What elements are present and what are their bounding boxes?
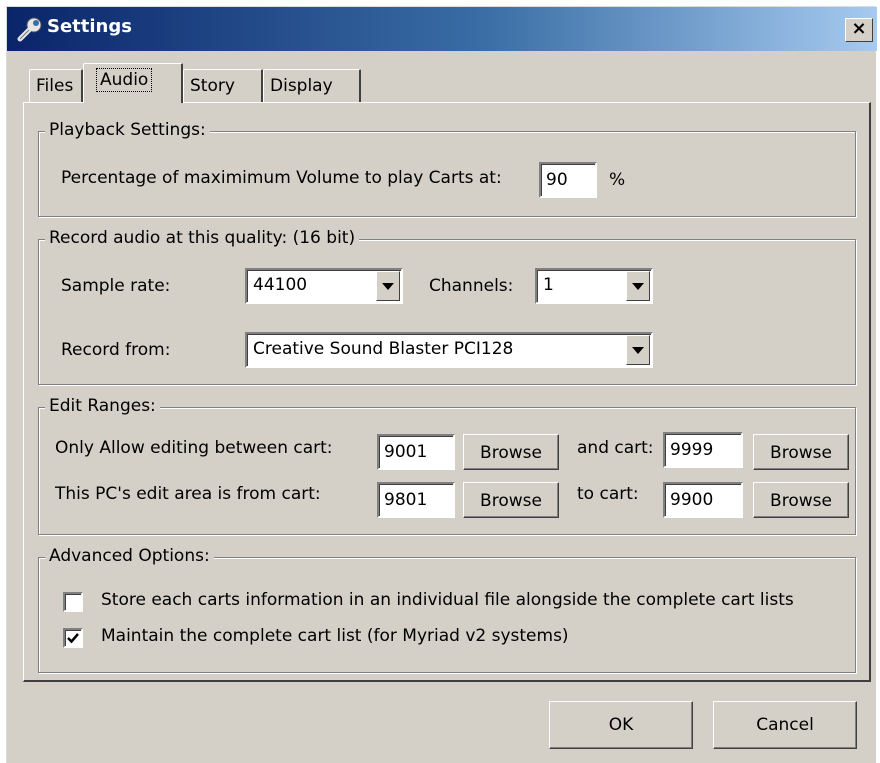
- channels-select[interactable]: 1: [535, 268, 653, 304]
- pc-from-browse-button[interactable]: Browse: [463, 482, 559, 518]
- allow-from-input[interactable]: 9001: [377, 434, 455, 470]
- record-from-dropdown-button[interactable]: [626, 335, 650, 365]
- edit-ranges-legend: Edit Ranges:: [45, 396, 160, 416]
- and-cart-label: and cart:: [577, 438, 654, 458]
- to-cart-label: to cart:: [577, 484, 639, 504]
- record-from-label: Record from:: [61, 340, 171, 360]
- browse-label: Browse: [480, 443, 542, 463]
- playback-settings-group: Playback Settings: Percentage of maximim…: [38, 120, 856, 217]
- volume-value: 90: [546, 170, 568, 190]
- advanced-options-legend: Advanced Options:: [45, 546, 214, 566]
- sample-rate-value: 44100: [253, 275, 308, 295]
- volume-label: Percentage of maximimum Volume to play C…: [61, 168, 502, 188]
- title-bar[interactable]: Settings ×: [7, 7, 877, 51]
- maintain-cart-list-checkbox[interactable]: [63, 628, 83, 648]
- tab-display-label: Display: [270, 76, 333, 96]
- browse-label: Browse: [480, 491, 542, 511]
- browse-label: Browse: [770, 491, 832, 511]
- chevron-down-icon: [632, 282, 644, 290]
- sample-rate-dropdown-button[interactable]: [376, 271, 400, 301]
- ok-label: OK: [608, 715, 634, 735]
- tab-audio[interactable]: Audio: [83, 63, 183, 103]
- volume-unit: %: [609, 170, 626, 190]
- store-individual-file-checkbox[interactable]: [63, 592, 83, 612]
- record-from-select[interactable]: Creative Sound Blaster PCI128: [245, 332, 653, 368]
- maintain-cart-list-label[interactable]: Maintain the complete cart list (for Myr…: [101, 626, 569, 646]
- cancel-label: Cancel: [756, 715, 814, 735]
- allow-from-browse-button[interactable]: Browse: [463, 434, 559, 470]
- channels-label: Channels:: [429, 276, 514, 296]
- pc-from-value: 9801: [384, 490, 428, 510]
- checkmark-icon: [67, 633, 79, 644]
- window-title: Settings: [47, 16, 132, 37]
- allow-to-value: 9999: [670, 440, 714, 460]
- allow-to-browse-button[interactable]: Browse: [753, 434, 849, 470]
- sample-rate-label: Sample rate:: [61, 276, 171, 296]
- cancel-button[interactable]: Cancel: [713, 701, 857, 749]
- sample-rate-select[interactable]: 44100: [245, 268, 403, 304]
- pc-to-input[interactable]: 9900: [663, 482, 743, 518]
- wrench-icon: [17, 17, 42, 42]
- tab-files-label: Files: [36, 76, 74, 96]
- pc-to-browse-button[interactable]: Browse: [753, 482, 849, 518]
- allow-to-input[interactable]: 9999: [663, 432, 743, 468]
- settings-window: Settings × Files Audio Story Display Pla…: [6, 6, 877, 763]
- tab-story-label: Story: [190, 76, 235, 96]
- record-quality-group: Record audio at this quality: (16 bit) S…: [38, 228, 856, 385]
- allow-from-value: 9001: [384, 442, 428, 462]
- close-icon: ×: [851, 18, 867, 39]
- tab-story[interactable]: Story: [183, 69, 263, 103]
- tab-files[interactable]: Files: [29, 69, 83, 103]
- edit-ranges-group: Edit Ranges: Only Allow editing between …: [38, 396, 856, 535]
- pc-to-value: 9900: [670, 490, 714, 510]
- chevron-down-icon: [382, 282, 394, 290]
- browse-label: Browse: [770, 443, 832, 463]
- volume-input[interactable]: 90: [539, 162, 597, 198]
- audio-tab-panel: Playback Settings: Percentage of maximim…: [23, 102, 871, 682]
- allow-editing-label: Only Allow editing between cart:: [55, 438, 333, 458]
- pc-from-input[interactable]: 9801: [377, 482, 455, 518]
- ok-button[interactable]: OK: [549, 701, 693, 749]
- pc-edit-area-label: This PC's edit area is from cart:: [55, 484, 321, 504]
- playback-settings-legend: Playback Settings:: [45, 120, 210, 140]
- record-quality-legend: Record audio at this quality: (16 bit): [45, 228, 360, 248]
- record-from-value: Creative Sound Blaster PCI128: [253, 339, 514, 359]
- tab-display[interactable]: Display: [263, 69, 361, 103]
- channels-value: 1: [543, 275, 554, 295]
- store-individual-file-label[interactable]: Store each carts information in an indiv…: [101, 590, 794, 610]
- chevron-down-icon: [632, 346, 644, 354]
- tab-audio-label: Audio: [95, 68, 153, 92]
- channels-dropdown-button[interactable]: [626, 271, 650, 301]
- close-button[interactable]: ×: [845, 18, 873, 42]
- advanced-options-group: Advanced Options: Store each carts infor…: [38, 546, 856, 673]
